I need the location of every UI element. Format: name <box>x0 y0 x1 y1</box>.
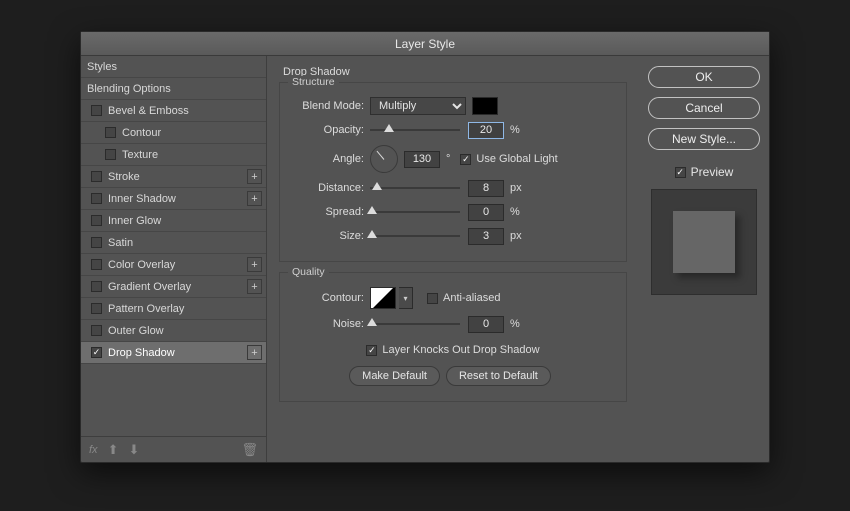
preview-swatch <box>673 211 735 273</box>
inner-glow-checkbox[interactable] <box>91 215 102 226</box>
angle-unit: ° <box>446 153 450 165</box>
distance-slider[interactable] <box>370 187 460 189</box>
ok-button[interactable]: OK <box>648 66 760 88</box>
size-input[interactable] <box>468 228 504 245</box>
new-style-button[interactable]: New Style... <box>648 128 760 150</box>
blend-mode-label: Blend Mode: <box>292 100 370 112</box>
spread-unit: % <box>510 206 520 218</box>
satin-checkbox[interactable] <box>91 237 102 248</box>
spread-label: Spread: <box>292 206 370 218</box>
styles-pane: Styles Blending Options Bevel & Emboss C… <box>81 56 267 462</box>
use-global-light-checkbox[interactable] <box>460 154 471 165</box>
satin-item[interactable]: Satin <box>81 232 266 254</box>
noise-slider[interactable] <box>370 323 460 325</box>
opacity-label: Opacity: <box>292 124 370 136</box>
size-unit: px <box>510 230 522 242</box>
color-overlay-checkbox[interactable] <box>91 259 102 270</box>
angle-input[interactable] <box>404 151 440 168</box>
inner-glow-item[interactable]: Inner Glow <box>81 210 266 232</box>
noise-unit: % <box>510 318 520 330</box>
contour-label: Contour: <box>292 292 370 304</box>
use-global-light-label: Use Global Light <box>476 153 557 165</box>
noise-input[interactable] <box>468 316 504 333</box>
blend-mode-select[interactable]: Multiply <box>370 97 466 115</box>
gradient-overlay-add-icon[interactable]: + <box>247 279 262 294</box>
gradient-overlay-item[interactable]: Gradient Overlay + <box>81 276 266 298</box>
angle-dial[interactable] <box>370 145 398 173</box>
reset-default-button[interactable]: Reset to Default <box>446 366 551 386</box>
opacity-input[interactable] <box>468 122 504 139</box>
blending-options-item[interactable]: Blending Options <box>81 78 266 100</box>
distance-unit: px <box>510 182 522 194</box>
quality-legend: Quality <box>288 266 329 278</box>
angle-label: Angle: <box>292 153 370 165</box>
styles-footer: fx ⬆ ⬇ 🗑 <box>81 436 266 462</box>
distance-label: Distance: <box>292 182 370 194</box>
contour-checkbox[interactable] <box>105 127 116 138</box>
layer-style-dialog: Layer Style Styles Blending Options Beve… <box>80 31 770 463</box>
spread-slider[interactable] <box>370 211 460 213</box>
drop-shadow-checkbox[interactable] <box>91 347 102 358</box>
contour-item[interactable]: Contour <box>81 122 266 144</box>
shadow-color-swatch[interactable] <box>472 97 498 115</box>
outer-glow-checkbox[interactable] <box>91 325 102 336</box>
make-default-button[interactable]: Make Default <box>349 366 440 386</box>
structure-group: Structure Blend Mode: Multiply Opacity: … <box>279 82 627 262</box>
contour-thumbnail[interactable] <box>370 287 396 309</box>
opacity-slider[interactable] <box>370 129 460 131</box>
size-slider[interactable] <box>370 235 460 237</box>
stroke-checkbox[interactable] <box>91 171 102 182</box>
texture-item[interactable]: Texture <box>81 144 266 166</box>
knocks-out-label: Layer Knocks Out Drop Shadow <box>382 344 539 356</box>
right-column: OK Cancel New Style... Preview <box>639 56 769 462</box>
pattern-overlay-item[interactable]: Pattern Overlay <box>81 298 266 320</box>
preview-checkbox[interactable] <box>675 167 686 178</box>
color-overlay-item[interactable]: Color Overlay + <box>81 254 266 276</box>
pattern-overlay-checkbox[interactable] <box>91 303 102 314</box>
quality-group: Quality Contour: ▾ Anti-aliased Noise: % <box>279 272 627 402</box>
trash-icon[interactable]: 🗑 <box>241 442 258 458</box>
move-down-icon[interactable]: ⬇ <box>128 442 139 458</box>
opacity-unit: % <box>510 124 520 136</box>
knocks-out-checkbox[interactable] <box>366 345 377 356</box>
texture-checkbox[interactable] <box>105 149 116 160</box>
drop-shadow-add-icon[interactable]: + <box>247 345 262 360</box>
move-up-icon[interactable]: ⬆ <box>108 442 119 458</box>
size-label: Size: <box>292 230 370 242</box>
window-titlebar[interactable]: Layer Style <box>81 32 769 56</box>
fx-icon[interactable]: fx <box>89 444 98 456</box>
preview-box <box>651 189 757 295</box>
structure-legend: Structure <box>288 76 339 88</box>
drop-shadow-item[interactable]: Drop Shadow + <box>81 342 266 364</box>
inner-shadow-add-icon[interactable]: + <box>247 191 262 206</box>
distance-input[interactable] <box>468 180 504 197</box>
outer-glow-item[interactable]: Outer Glow <box>81 320 266 342</box>
gradient-overlay-checkbox[interactable] <box>91 281 102 292</box>
inner-shadow-item[interactable]: Inner Shadow + <box>81 188 266 210</box>
color-overlay-add-icon[interactable]: + <box>247 257 262 272</box>
stroke-add-icon[interactable]: + <box>247 169 262 184</box>
preview-label: Preview <box>691 165 734 179</box>
bevel-emboss-checkbox[interactable] <box>91 105 102 116</box>
contour-dropdown-icon[interactable]: ▾ <box>399 287 413 309</box>
effect-settings-pane: Drop Shadow Structure Blend Mode: Multip… <box>267 56 639 462</box>
styles-list: Styles Blending Options Bevel & Emboss C… <box>81 56 266 436</box>
window-title: Layer Style <box>395 37 455 51</box>
stroke-item[interactable]: Stroke + <box>81 166 266 188</box>
anti-aliased-checkbox[interactable] <box>427 293 438 304</box>
cancel-button[interactable]: Cancel <box>648 97 760 119</box>
inner-shadow-checkbox[interactable] <box>91 193 102 204</box>
noise-label: Noise: <box>292 318 370 330</box>
anti-aliased-label: Anti-aliased <box>443 292 500 304</box>
bevel-emboss-item[interactable]: Bevel & Emboss <box>81 100 266 122</box>
spread-input[interactable] <box>468 204 504 221</box>
styles-header[interactable]: Styles <box>81 56 266 78</box>
